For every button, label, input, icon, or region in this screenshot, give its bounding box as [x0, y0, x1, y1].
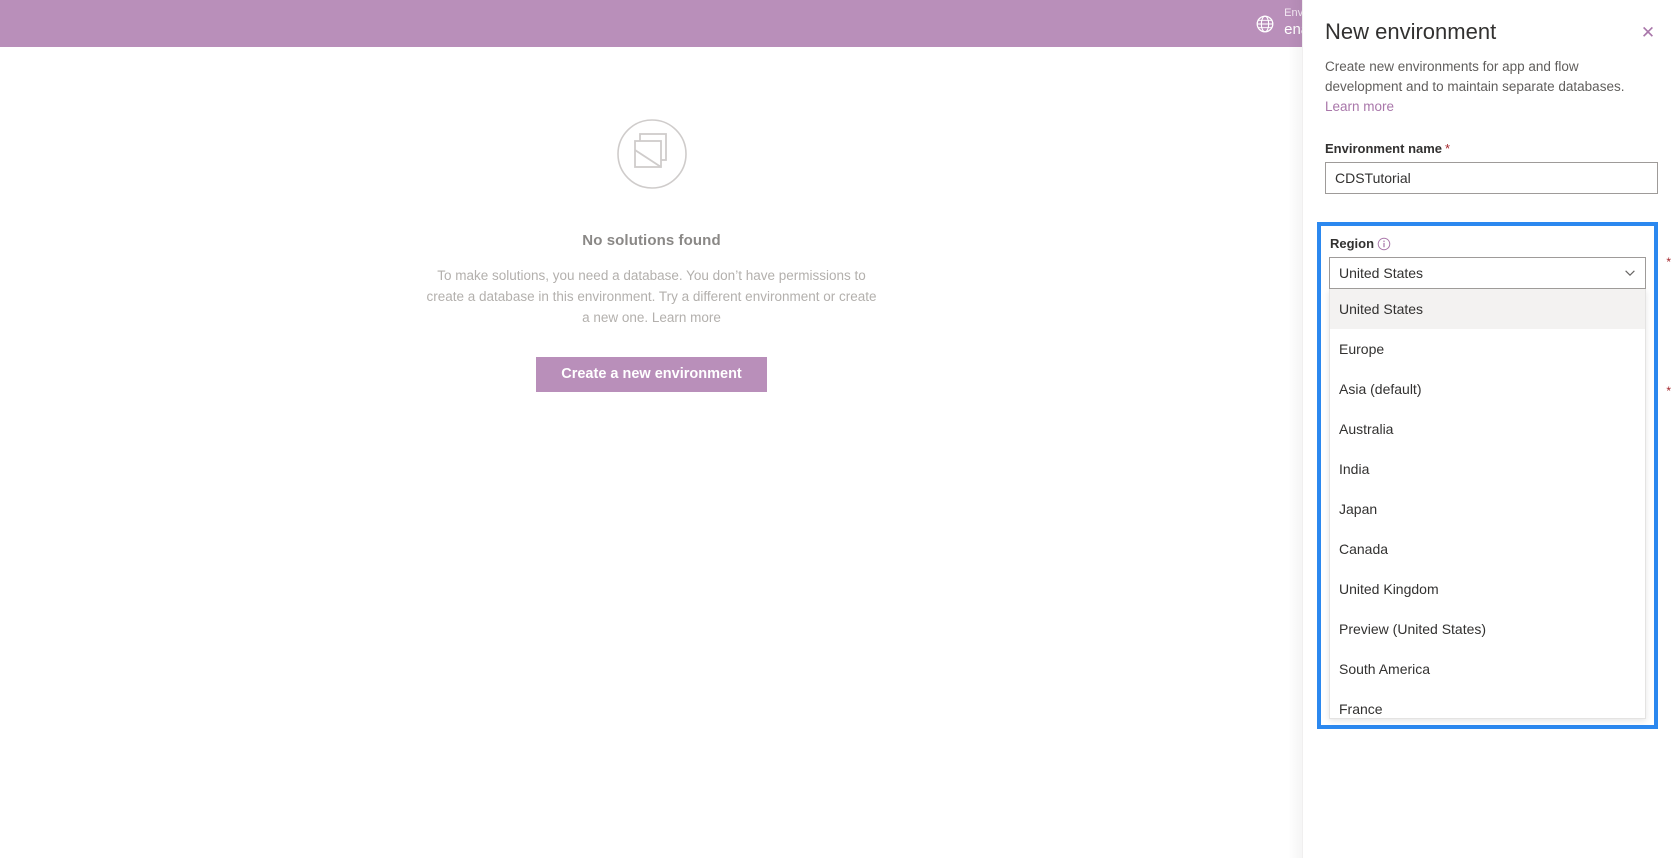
new-environment-panel: New environment ✕ Create new environment…	[1302, 0, 1680, 858]
region-combobox[interactable]: United States	[1329, 257, 1646, 289]
region-option[interactable]: Asia (default)	[1330, 369, 1645, 409]
region-option[interactable]: Preview (United States)	[1330, 609, 1645, 649]
panel-learn-more-link[interactable]: Learn more	[1325, 99, 1394, 114]
empty-state-title: No solutions found	[582, 232, 721, 249]
no-solutions-illustration	[616, 119, 687, 189]
panel-description-text: Create new environments for app and flow…	[1325, 58, 1625, 94]
region-dropdown-list[interactable]: United States Europe Asia (default) Austral…	[1329, 289, 1646, 719]
region-option[interactable]: India	[1330, 449, 1645, 489]
info-icon[interactable]	[1377, 237, 1391, 251]
environment-name: enayu	[1284, 21, 1303, 38]
region-label-text: Region	[1330, 236, 1375, 251]
region-option[interactable]: Japan	[1330, 489, 1645, 529]
panel-description: Create new environments for app and flow…	[1303, 57, 1680, 118]
environment-label: Environ	[1284, 7, 1303, 20]
region-selected-value: United States	[1339, 265, 1424, 281]
obscured-required-asterisk-1: *	[1666, 255, 1671, 269]
region-label: Region	[1329, 236, 1646, 251]
panel-title: New environment	[1325, 19, 1497, 44]
app-root: Environ enayu No solutions found To make…	[0, 0, 1680, 858]
region-option[interactable]: Europe	[1330, 329, 1645, 369]
environment-selector[interactable]: Environ enayu	[1254, 0, 1303, 47]
empty-state-learn-more-link[interactable]: Learn more	[652, 310, 721, 325]
obscured-required-asterisk-2: *	[1666, 384, 1671, 398]
region-option[interactable]: United States	[1330, 289, 1645, 329]
environment-name-label: Environment name *	[1325, 141, 1658, 156]
region-option[interactable]: France	[1330, 689, 1645, 718]
environment-name-field-block: Environment name *	[1303, 141, 1680, 195]
environment-name-label-text: Environment name	[1325, 141, 1443, 157]
globe-icon	[1256, 15, 1274, 32]
region-option[interactable]: Australia	[1330, 409, 1645, 449]
region-field-focus-container: Region United States United States Europe…	[1317, 222, 1658, 729]
environment-name-input[interactable]	[1325, 162, 1658, 195]
panel-header: New environment ✕	[1303, 0, 1680, 47]
region-option[interactable]: South America	[1330, 649, 1645, 689]
empty-state-description: To make solutions, you need a database. …	[427, 266, 877, 329]
main-content: No solutions found To make solutions, yo…	[0, 47, 1303, 858]
top-app-bar: Environ enayu	[0, 0, 1303, 47]
empty-state: No solutions found To make solutions, yo…	[0, 104, 1303, 392]
chevron-down-icon	[1625, 270, 1635, 276]
close-icon[interactable]: ✕	[1632, 16, 1664, 48]
region-option[interactable]: Canada	[1330, 529, 1645, 569]
required-asterisk: *	[1445, 141, 1451, 157]
create-new-environment-button[interactable]: Create a new environment	[536, 356, 767, 392]
region-option[interactable]: United Kingdom	[1330, 569, 1645, 609]
